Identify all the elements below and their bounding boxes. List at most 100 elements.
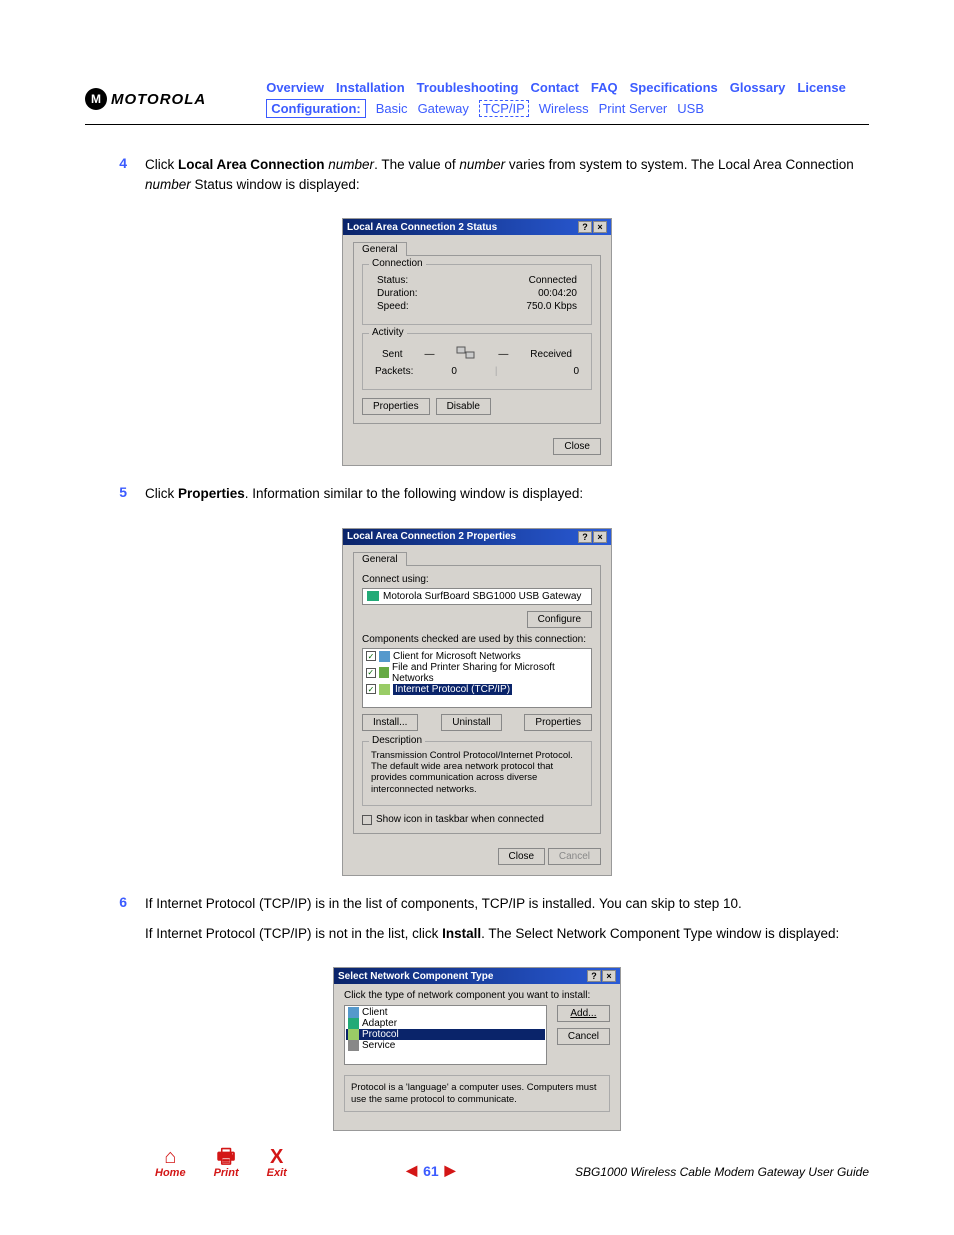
step-text: Click Local Area Connection number. The … [145,155,869,204]
close-icon[interactable]: × [593,221,607,233]
label: Exit [267,1167,287,1179]
list-item: Client [346,1007,545,1018]
group-description: Description Transmission Control Protoco… [362,741,592,807]
dialog-lan-status: Local Area Connection 2 Status ? × Gener… [342,218,612,466]
t: . The value of [374,157,459,172]
step-4: 4 Click Local Area Connection number. Th… [113,155,869,204]
exit-button[interactable]: X Exit [267,1147,287,1179]
properties-button[interactable]: Properties [362,398,430,415]
nav-overview[interactable]: Overview [266,80,324,95]
packets-received: 0 [497,366,579,377]
t: If Internet Protocol (TCP/IP) is in the … [145,894,869,914]
t: Install [442,926,481,941]
list-item: ✓Internet Protocol (TCP/IP) [365,684,589,695]
tab-general[interactable]: General [353,552,407,566]
page-footer: ⌂ Home 🖶 Print X Exit ◀ 61 ▶ SBG1000 Wir… [85,1147,869,1179]
list-item: ✓Client for Microsoft Networks [365,651,589,662]
nav-tcpip[interactable]: TCP/IP [479,100,529,117]
properties-button[interactable]: Properties [524,714,592,731]
close-icon[interactable]: × [602,970,616,982]
home-button[interactable]: ⌂ Home [155,1147,186,1179]
brand-name: MOTOROLA [111,91,206,108]
prev-page-arrow-icon[interactable]: ◀ [406,1162,417,1179]
t: Click [145,157,178,172]
exit-icon: X [267,1147,287,1167]
add-button[interactable]: Add... [557,1005,610,1022]
t: Status window is displayed: [191,177,360,192]
top-nav: Overview Installation Troubleshooting Co… [226,80,869,118]
duration-value: 00:04:20 [538,288,577,299]
protocol-icon [348,1029,359,1040]
duration-label: Duration: [377,288,418,299]
description-text: Transmission Control Protocol/Internet P… [371,750,583,796]
nav-contact[interactable]: Contact [531,80,579,95]
checkbox-icon [362,815,372,825]
nic-icon [367,591,379,601]
prompt-text: Click the type of network component you … [344,990,610,1001]
step-number: 6 [113,894,127,953]
show-icon-checkbox[interactable]: Show icon in taskbar when connected [362,814,592,825]
titlebar: Local Area Connection 2 Status ? × [343,219,611,235]
nav-license[interactable]: License [797,80,845,95]
client-icon [348,1007,359,1018]
print-icon: 🖶 [214,1147,239,1167]
adapter-icon [348,1018,359,1029]
nav-faq[interactable]: FAQ [591,80,618,95]
sent-label: Sent [382,349,403,360]
list-item: Service [346,1040,545,1051]
nav-printserver[interactable]: Print Server [599,101,668,116]
close-icon[interactable]: × [593,531,607,543]
received-label: Received [530,349,572,360]
dialog-title: Local Area Connection 2 Status [347,222,578,233]
tab-general[interactable]: General [353,242,407,256]
group-label: Description [369,735,425,746]
titlebar: Local Area Connection 2 Properties ? × [343,529,611,545]
step-number: 4 [113,155,127,204]
nav-glossary[interactable]: Glossary [730,80,786,95]
step-text: If Internet Protocol (TCP/IP) is in the … [145,894,869,953]
component-type-listbox[interactable]: Client Adapter Protocol Service [344,1005,547,1065]
packets-sent: 0 [413,366,495,377]
dialog-title: Local Area Connection 2 Properties [347,531,578,542]
t: number [325,157,375,172]
t: . The Select Network Component Type wind… [481,926,839,941]
page-navigator: ◀ 61 ▶ [287,1162,575,1179]
help-icon[interactable]: ? [578,531,592,543]
titlebar: Select Network Component Type ? × [334,968,620,984]
nav-wireless[interactable]: Wireless [539,101,589,116]
adapter-name: Motorola SurfBoard SBG1000 USB Gateway [383,591,581,602]
disable-button[interactable]: Disable [436,398,491,415]
group-label: Connection [369,258,426,269]
nav-gateway[interactable]: Gateway [418,101,469,116]
home-icon: ⌂ [155,1147,186,1167]
components-listbox[interactable]: ✓Client for Microsoft Networks ✓File and… [362,648,592,708]
cancel-button[interactable]: Cancel [557,1028,610,1045]
t: If Internet Protocol (TCP/IP) is not in … [145,926,442,941]
print-button[interactable]: 🖶 Print [214,1147,239,1179]
status-value: Connected [529,275,577,286]
close-button[interactable]: Close [498,848,546,865]
next-page-arrow-icon[interactable]: ▶ [445,1162,456,1179]
nav-usb[interactable]: USB [677,101,704,116]
page-number: 61 [423,1163,439,1179]
nav-troubleshooting[interactable]: Troubleshooting [417,80,519,95]
speed-value: 750.0 Kbps [526,301,577,312]
configure-button[interactable]: Configure [527,611,592,628]
help-icon[interactable]: ? [578,221,592,233]
group-description: Protocol is a 'language' a computer uses… [344,1075,610,1112]
packets-label: Packets: [375,366,413,377]
close-button[interactable]: Close [553,438,601,455]
motorola-batwing-icon: M [85,88,107,110]
help-icon[interactable]: ? [587,970,601,982]
step-text: Click Properties. Information similar to… [145,484,869,514]
t: Properties [178,486,245,501]
dialog-select-component-type: Select Network Component Type ? × Click … [333,967,621,1131]
nav-installation[interactable]: Installation [336,80,405,95]
list-item: ✓File and Printer Sharing for Microsoft … [365,662,589,684]
t: Local Area Connection [178,157,325,172]
nav-specifications[interactable]: Specifications [630,80,718,95]
uninstall-button[interactable]: Uninstall [441,714,501,731]
install-button[interactable]: Install... [362,714,418,731]
t: number [459,157,505,172]
nav-basic[interactable]: Basic [376,101,408,116]
